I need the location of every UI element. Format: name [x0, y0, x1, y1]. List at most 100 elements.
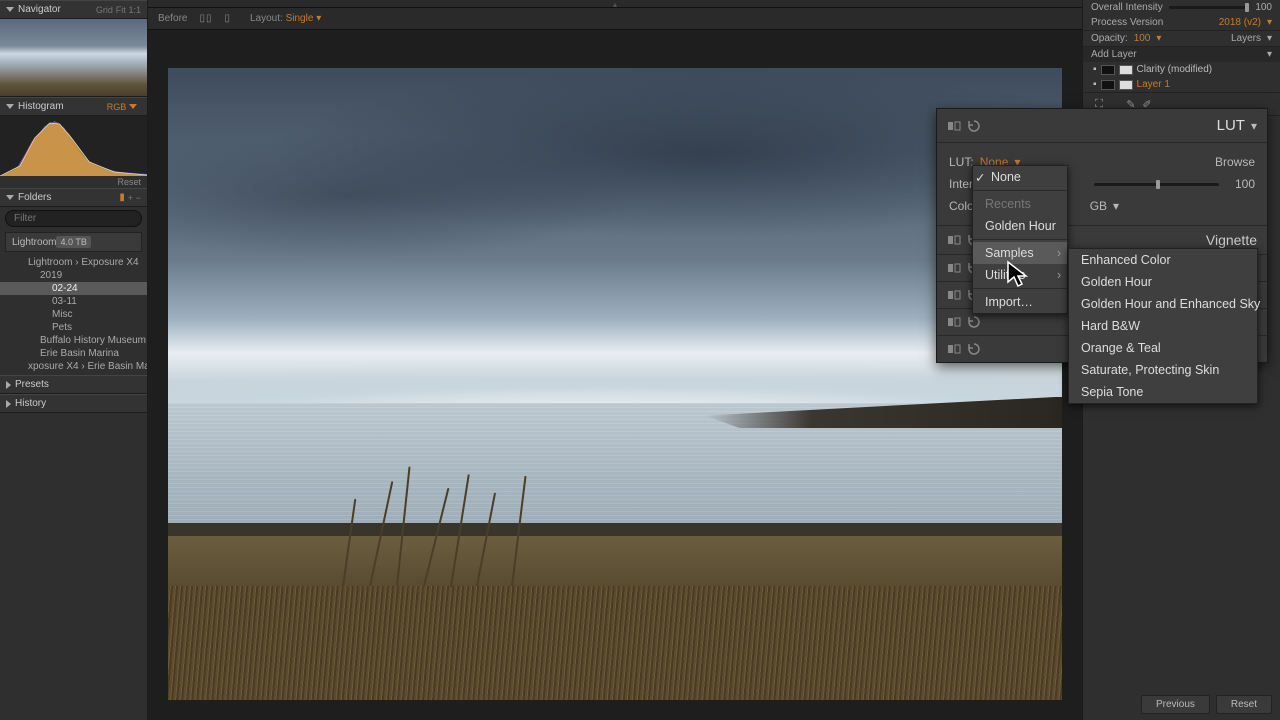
dropdown-item-import[interactable]: Import…	[973, 291, 1067, 313]
caret-down-icon	[6, 195, 14, 200]
reset-icon[interactable]	[967, 315, 981, 329]
drive-row[interactable]: Lightroom 4.0 TB	[5, 232, 142, 252]
dropdown-item-samples[interactable]: Samples	[973, 242, 1067, 264]
caret-down-icon: ▾	[316, 13, 321, 24]
tree-item[interactable]: Buffalo History Museum	[0, 334, 147, 347]
overall-intensity-slider[interactable]	[1169, 6, 1250, 9]
history-header[interactable]: History	[0, 394, 147, 413]
lut-panel-title: LUT	[981, 117, 1245, 134]
caret-down-icon: ▾	[1156, 33, 1161, 44]
folder-filter-input[interactable]	[5, 210, 142, 227]
submenu-item[interactable]: Golden Hour and Enhanced Sky	[1069, 293, 1257, 315]
caret-right-icon	[6, 381, 11, 389]
before-toggle[interactable]: Before	[158, 13, 187, 24]
toggle-icon[interactable]	[947, 119, 961, 133]
compare-icon[interactable]: ▯▯	[199, 13, 212, 24]
colorspace-value[interactable]: GB	[1090, 199, 1107, 213]
bookmark-icon[interactable]: ▮	[119, 192, 125, 203]
caret-down-icon[interactable]: ▾	[1251, 119, 1257, 133]
caret-down-icon: ▾	[1267, 17, 1272, 28]
tree-item-selected[interactable]: 02-24	[0, 282, 147, 295]
toggle-icon[interactable]	[947, 261, 961, 275]
add-layer-label: Add Layer	[1091, 49, 1137, 60]
caret-down-icon	[6, 104, 14, 109]
intensity-value: 100	[1225, 177, 1255, 191]
mask-icon[interactable]	[1101, 80, 1115, 90]
opacity-value[interactable]: 100	[1134, 33, 1151, 44]
mask-icon[interactable]	[1119, 80, 1133, 90]
nav-1to1[interactable]: 1:1	[128, 5, 141, 15]
left-sidebar: Navigator Grid Fit 1:1 Histogram RGB Res…	[0, 0, 148, 720]
overall-intensity-row: Overall Intensity 100	[1083, 0, 1280, 15]
submenu-item[interactable]: Sepia Tone	[1069, 381, 1257, 403]
dropdown-item-utilities[interactable]: Utilities	[973, 264, 1067, 286]
intensity-slider[interactable]	[1094, 183, 1219, 186]
tree-item[interactable]: Misc	[0, 308, 147, 321]
browse-button[interactable]: Browse	[1215, 155, 1255, 169]
lut-samples-submenu: Enhanced Color Golden Hour Golden Hour a…	[1068, 248, 1258, 404]
folders-header[interactable]: Folders ▮	[0, 188, 147, 207]
folder-tree: Lightroom › Exposure X4 2019 02-24 03-11…	[0, 254, 147, 375]
remove-folder-icon[interactable]	[136, 193, 141, 203]
submenu-item[interactable]: Hard B&W	[1069, 315, 1257, 337]
submenu-item[interactable]: Saturate, Protecting Skin	[1069, 359, 1257, 381]
tree-item[interactable]: 2019	[0, 269, 147, 282]
dropdown-item[interactable]: Golden Hour	[973, 215, 1067, 237]
reset-button[interactable]: Reset	[1216, 695, 1272, 714]
toggle-icon[interactable]	[947, 315, 961, 329]
bottom-buttons: Previous Reset	[1141, 695, 1272, 714]
tree-item[interactable]: 03-11	[0, 295, 147, 308]
lut-panel-header[interactable]: LUT ▾	[937, 109, 1267, 143]
tree-item[interactable]: Pets	[0, 321, 147, 334]
histogram-mode[interactable]: RGB	[107, 102, 127, 112]
layer-name: Layer 1	[1137, 79, 1170, 90]
single-icon[interactable]: ▯	[224, 13, 230, 24]
mask-icon[interactable]	[1119, 65, 1133, 75]
add-layer-button[interactable]: Add Layer▾	[1083, 47, 1280, 62]
tree-item[interactable]: xposure X4 › Erie Basin Marina	[0, 360, 147, 373]
drive-capacity: 4.0 TB	[56, 236, 90, 248]
caret-down-icon: ▾	[1267, 33, 1272, 44]
opacity-row: Opacity: 100 ▾ Layers ▾	[1083, 30, 1280, 47]
toggle-icon[interactable]	[947, 342, 961, 356]
top-reveal-handle[interactable]: ▴	[148, 0, 1082, 8]
add-folder-icon[interactable]	[128, 193, 133, 203]
toggle-icon[interactable]	[947, 233, 961, 247]
nav-grid[interactable]: Grid	[96, 5, 113, 15]
navigator-header[interactable]: Navigator Grid Fit 1:1	[0, 0, 147, 19]
layers-label[interactable]: Layers	[1231, 33, 1261, 44]
histogram-reset[interactable]: Reset	[0, 176, 147, 188]
presets-title: Presets	[15, 379, 49, 390]
layout-label: Layout:	[250, 13, 283, 24]
visibility-icon[interactable]: ▪	[1093, 79, 1097, 90]
visibility-icon[interactable]: ▪	[1093, 64, 1097, 75]
layout-value[interactable]: Single	[286, 13, 314, 24]
dropdown-section-recents: Recents	[973, 193, 1067, 215]
caret-right-icon	[6, 400, 11, 408]
drive-name: Lightroom	[12, 237, 56, 248]
caret-down-icon: ▾	[1113, 199, 1119, 213]
submenu-item[interactable]: Orange & Teal	[1069, 337, 1257, 359]
dropdown-item-none[interactable]: None	[973, 166, 1067, 188]
layer-item[interactable]: ▪ Layer 1	[1083, 77, 1280, 92]
lut-field-label: LUT:	[949, 155, 974, 169]
presets-header[interactable]: Presets	[0, 375, 147, 394]
submenu-item[interactable]: Golden Hour	[1069, 271, 1257, 293]
nav-fit[interactable]: Fit	[116, 5, 126, 15]
reset-icon[interactable]	[967, 119, 981, 133]
layer-item[interactable]: ▪ Clarity (modified)	[1083, 62, 1280, 77]
toggle-icon[interactable]	[947, 288, 961, 302]
tree-item[interactable]: Erie Basin Marina	[0, 347, 147, 360]
tree-item[interactable]: Lightroom › Exposure X4	[0, 256, 147, 269]
image-canvas[interactable]	[168, 68, 1062, 700]
submenu-item[interactable]: Enhanced Color	[1069, 249, 1257, 271]
reset-icon[interactable]	[967, 342, 981, 356]
previous-button[interactable]: Previous	[1141, 695, 1210, 714]
folders-title: Folders	[18, 192, 51, 203]
navigator-thumbnail[interactable]	[0, 19, 147, 97]
histogram-header[interactable]: Histogram RGB	[0, 97, 147, 116]
mask-icon[interactable]	[1101, 65, 1115, 75]
process-version-value[interactable]: 2018 (v2)	[1219, 17, 1261, 28]
opacity-label: Opacity:	[1091, 33, 1128, 44]
history-title: History	[15, 398, 46, 409]
